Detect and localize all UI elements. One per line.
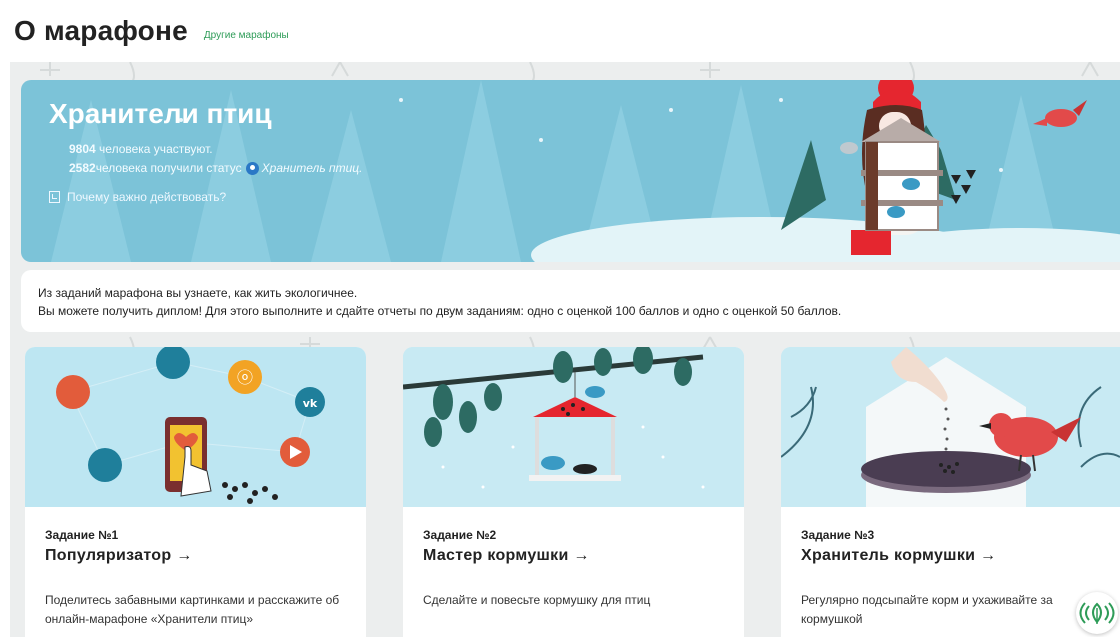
marathon-info: Из заданий марафона вы узнаете, как жить… [21,270,1120,332]
why-act-link[interactable]: Почему важно действовать? [49,190,226,204]
task-3-title-link[interactable]: Хранитель кормушки → [801,547,996,565]
why-act-label: Почему важно действовать? [67,190,227,204]
info-line-1: Из заданий марафона вы узнаете, как жить… [38,286,358,300]
task-card-3[interactable]: Задание №3 Хранитель кормушки → Регулярн… [781,347,1120,637]
status-text: человека получили статус [95,161,242,175]
page-header: О марафоне Другие марафоны [0,0,1120,62]
participants-count: 9804 [69,142,96,156]
document-icon [49,191,60,203]
task-2-title-link[interactable]: Мастер кормушки → [423,547,590,565]
hero-banner: Хранители птиц 9804 человека участвуют. … [21,80,1120,262]
status-stat: 2582 человека получили статус Хранитель … [69,161,362,175]
other-marathons-link[interactable]: Другие марафоны [204,30,289,41]
svg-text:ⓞ: ⓞ [237,368,253,387]
page-title: О марафоне [14,15,188,46]
task-card-1[interactable]: ⓞ vk Задание №1 Популяризатор → Поделите… [25,347,366,637]
task-2-number: Задание №2 [423,528,497,542]
leaf-wifi-icon [1079,602,1115,624]
hero-title: Хранители птиц [49,98,272,129]
task-2-description: Сделайте и повесьте кормушку для птиц [423,593,651,607]
task-3-image [781,347,1120,507]
task-1-title-link[interactable]: Популяризатор → [45,547,193,565]
task-1-number: Задание №1 [45,528,119,542]
participants-stat: 9804 человека участвуют. [69,142,213,156]
bird-keeper-badge-icon [245,161,259,175]
floating-widget-button[interactable] [1076,592,1118,634]
task-card-2[interactable]: Задание №2 Мастер кормушки → Сделайте и … [403,347,744,637]
svg-text:vk: vk [303,397,318,410]
info-line-2: Вы можете получить диплом! Для этого вып… [38,304,842,318]
status-count: 2582 [69,161,96,175]
task-3-description: Регулярно подсыпайте корм и ухаживайте з… [801,593,1053,626]
task-1-image: ⓞ vk [25,347,366,507]
status-name: Хранитель птиц. [261,161,363,175]
task-2-image [403,347,744,507]
participants-text: человека участвуют. [95,142,213,156]
task-1-description: Поделитесь забавными картинками и расска… [45,593,340,626]
task-3-number: Задание №3 [801,528,875,542]
